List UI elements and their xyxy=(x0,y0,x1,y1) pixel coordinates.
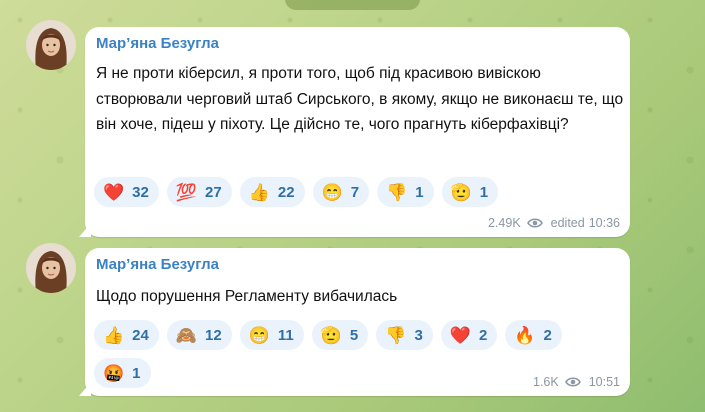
reaction-count: 7 xyxy=(350,183,360,201)
see-no-evil-monkey-icon: 🙈 xyxy=(175,325,198,345)
reactions-row: ❤️ 32 💯 27 👍 22 😁 7 👎 1 🫡 1 xyxy=(94,177,584,207)
reaction-heart[interactable]: ❤️ 32 xyxy=(94,177,159,207)
message-meta: 2.49K edited 10:36 xyxy=(488,216,620,230)
heart-icon: ❤️ xyxy=(449,325,471,345)
grin-icon: 😁 xyxy=(248,325,270,345)
reaction-count: 5 xyxy=(349,326,359,344)
message-text: Я не проти кіберсил, я проти того, щоб п… xyxy=(96,65,624,133)
salute-icon: 🫡 xyxy=(320,325,342,345)
message-text: Щодо порушення Регламенту вибачилась xyxy=(96,288,398,305)
reaction-count: 1 xyxy=(479,183,489,201)
eye-icon xyxy=(526,218,543,228)
thumbs-up-icon: 👍 xyxy=(103,325,125,345)
reaction-thumbs-up[interactable]: 👍 24 xyxy=(94,320,159,350)
reaction-count: 2 xyxy=(543,326,552,344)
hundred-icon: 💯 xyxy=(175,182,198,202)
reaction-thumbs-up[interactable]: 👍 22 xyxy=(239,177,305,207)
reaction-salute[interactable]: 🫡 5 xyxy=(311,320,369,350)
reaction-grin[interactable]: 😁 11 xyxy=(239,320,304,350)
thumbs-up-icon: 👍 xyxy=(248,182,270,202)
message-time: 10:36 xyxy=(588,216,620,230)
reaction-count: 12 xyxy=(205,326,222,344)
reaction-fire[interactable]: 🔥 2 xyxy=(505,320,562,350)
reaction-count: 24 xyxy=(132,326,149,344)
grin-icon: 😁 xyxy=(321,182,343,202)
reaction-count: 1 xyxy=(132,364,141,382)
reaction-thumbs-down[interactable]: 👎 3 xyxy=(376,320,433,350)
sender-name[interactable]: Мар’яна Безугла xyxy=(96,256,219,273)
fire-icon: 🔥 xyxy=(514,325,536,345)
avatar[interactable] xyxy=(26,243,76,293)
reaction-grin[interactable]: 😁 7 xyxy=(312,177,370,207)
avatar-image xyxy=(26,20,76,70)
avatar[interactable] xyxy=(26,20,76,70)
reaction-heart[interactable]: ❤️ 2 xyxy=(440,320,498,350)
reaction-salute[interactable]: 🫡 1 xyxy=(441,177,499,207)
reactions-row: 👍 24 🙈 12 😁 11 🫡 5 👎 3 ❤️ 2 🔥 2 🤬 1 xyxy=(94,320,584,388)
reaction-count: 27 xyxy=(205,183,222,201)
message-bubble[interactable]: Мар’яна Безугла Я не проти кіберсил, я п… xyxy=(79,27,630,237)
reaction-count: 22 xyxy=(277,183,295,201)
date-pill xyxy=(285,0,420,10)
heart-icon: ❤️ xyxy=(103,182,125,202)
sender-name[interactable]: Мар’яна Безугла xyxy=(96,35,219,52)
reaction-count: 32 xyxy=(132,183,149,201)
edited-label: edited xyxy=(550,216,585,230)
message-bubble[interactable]: Мар’яна Безугла Щодо порушення Регламент… xyxy=(79,248,630,396)
view-count: 2.49K xyxy=(487,216,521,230)
thumbs-down-icon: 👎 xyxy=(385,325,407,345)
reaction-thumbs-down[interactable]: 👎 1 xyxy=(377,177,434,207)
reaction-cursing-face[interactable]: 🤬 1 xyxy=(94,358,151,388)
eye-icon xyxy=(564,377,581,387)
reaction-count: 1 xyxy=(415,183,424,201)
message-meta: 1.6K 10:51 xyxy=(533,375,620,389)
view-count: 1.6K xyxy=(533,375,559,389)
salute-icon: 🫡 xyxy=(450,182,472,202)
reaction-count: 2 xyxy=(478,326,488,344)
reaction-count: 11 xyxy=(277,326,294,344)
thumbs-down-icon: 👎 xyxy=(386,182,408,202)
reaction-see-no-evil[interactable]: 🙈 12 xyxy=(166,320,232,350)
message-time: 10:51 xyxy=(588,375,620,389)
reaction-hundred[interactable]: 💯 27 xyxy=(166,177,232,207)
avatar-image xyxy=(26,243,76,293)
reaction-count: 3 xyxy=(414,326,423,344)
cursing-face-icon: 🤬 xyxy=(103,363,125,383)
